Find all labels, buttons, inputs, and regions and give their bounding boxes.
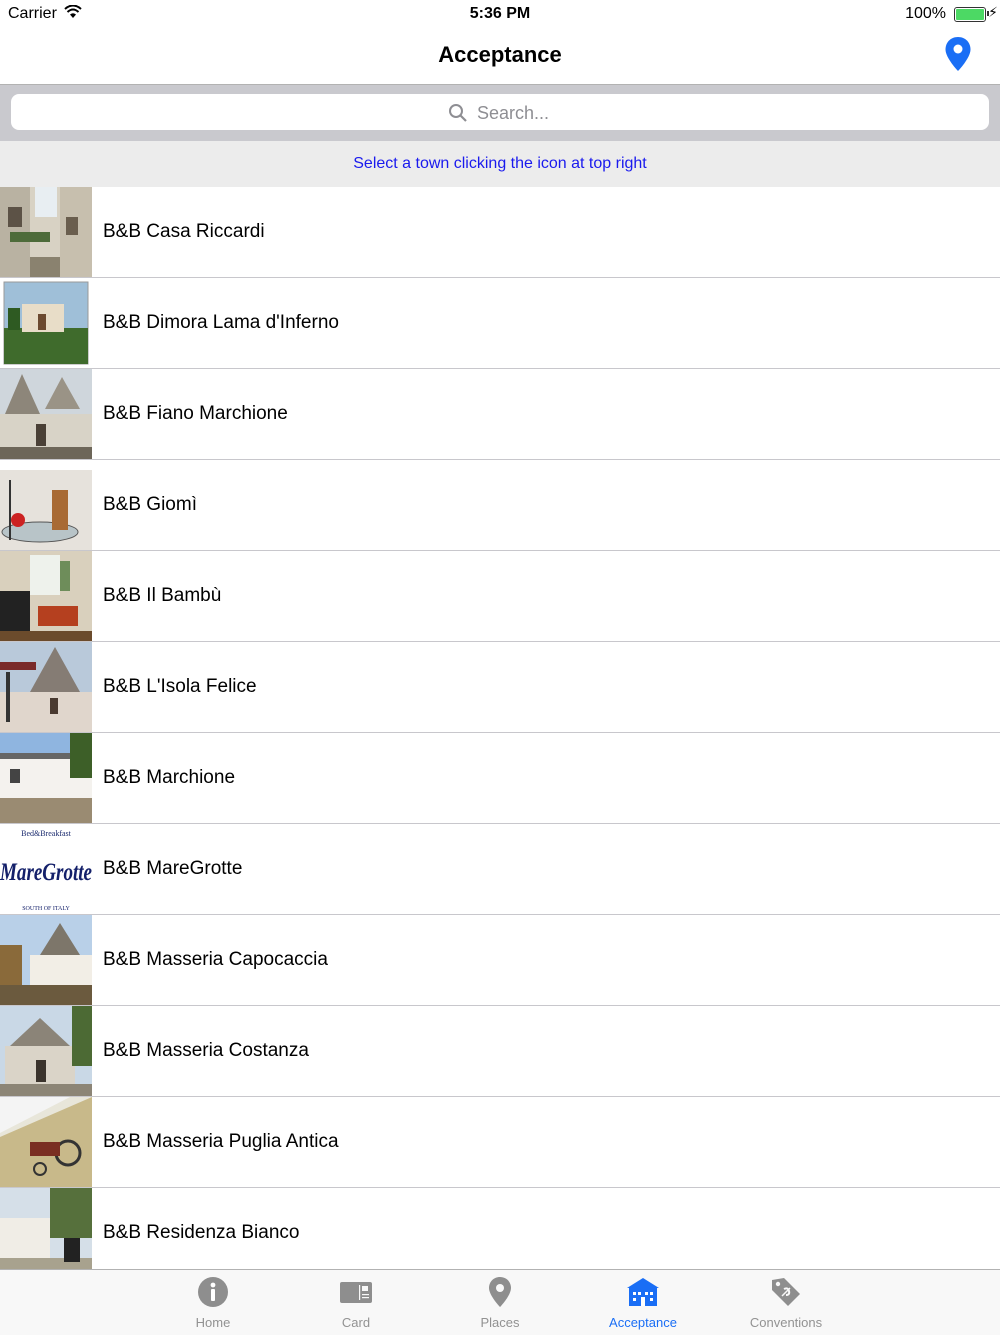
list-item[interactable]: B&B L'Isola Felice <box>0 642 1000 733</box>
map-pin-icon[interactable] <box>944 36 972 72</box>
item-name: B&B Masseria Puglia Antica <box>103 1131 339 1152</box>
living-room-photo-thumbnail <box>0 551 92 641</box>
search-bar <box>0 85 1000 141</box>
tab-places[interactable]: Places <box>440 1270 560 1335</box>
item-name: B&B Giomì <box>103 494 197 515</box>
search-input[interactable] <box>475 98 779 128</box>
item-name: B&B Marchione <box>103 767 236 788</box>
maregrotte-logo-thumbnail: Bed&Breakfast MareGrotte SOUTH OF ITALY <box>0 824 92 914</box>
item-name: B&B MareGrotte <box>103 858 243 879</box>
list-item[interactable]: B&B Giomì <box>0 460 1000 551</box>
house-photo-thumbnail <box>0 733 92 823</box>
tab-acceptance[interactable]: Acceptance <box>583 1270 703 1335</box>
page-title: Acceptance <box>438 42 562 67</box>
list-item[interactable]: B&B Dimora Lama d'Inferno <box>0 278 1000 369</box>
list-item[interactable]: B&B Casa Riccardi <box>0 187 1000 278</box>
info-icon <box>197 1276 229 1308</box>
list-item[interactable]: B&B Residenza Bianco <box>0 1188 1000 1269</box>
interior-photo-thumbnail <box>0 460 92 550</box>
tab-home[interactable]: Home <box>153 1270 273 1335</box>
tab-bar: Home Card Places Acceptance Conventions <box>0 1269 1000 1335</box>
tab-conventions[interactable]: Conventions <box>726 1270 846 1335</box>
list-item[interactable]: B&B Fiano Marchione <box>0 369 1000 460</box>
accommodation-list: B&B Casa Riccardi B&B Dimora Lama d'Infe… <box>0 187 1000 1269</box>
charging-icon: ⚡ <box>988 4 998 20</box>
list-item[interactable]: B&B Masseria Puglia Antica <box>0 1097 1000 1188</box>
alley-photo-thumbnail <box>0 187 92 277</box>
list-item[interactable]: B&B Marchione <box>0 733 1000 824</box>
trulli-garden-photo-thumbnail <box>0 642 92 732</box>
list-item[interactable]: B&B Masseria Costanza <box>0 1006 1000 1097</box>
masseria-photo-thumbnail <box>0 1006 92 1096</box>
item-name: B&B Residenza Bianco <box>103 1222 300 1243</box>
list-item[interactable]: B&B Masseria Capocaccia <box>0 915 1000 1006</box>
list-item[interactable]: Bed&Breakfast MareGrotte SOUTH OF ITALY … <box>0 824 1000 915</box>
garden-photo-thumbnail <box>0 1188 92 1269</box>
building-icon <box>627 1276 659 1308</box>
tag-icon <box>770 1276 802 1308</box>
battery-percentage: 100% <box>905 5 946 22</box>
logo-text-bottom: SOUTH OF ITALY <box>22 906 70 912</box>
list-item[interactable]: B&B Il Bambù <box>0 551 1000 642</box>
search-icon <box>448 103 468 123</box>
tab-label: Conventions <box>749 1315 823 1330</box>
tab-label: Home <box>195 1315 231 1330</box>
card-icon <box>340 1276 372 1308</box>
logo-text-top: Bed&Breakfast <box>21 829 72 838</box>
search-field[interactable] <box>11 94 989 130</box>
clock: 5:36 PM <box>469 5 531 22</box>
logo-text: MareGrotte <box>0 859 92 886</box>
tab-label: Acceptance <box>609 1315 677 1330</box>
villa-photo-thumbnail <box>0 278 92 368</box>
tab-label: Card <box>341 1315 371 1330</box>
item-name: B&B Casa Riccardi <box>103 221 265 242</box>
trulli-photo-thumbnail <box>0 369 92 459</box>
pin-icon <box>484 1276 516 1308</box>
item-name: B&B Dimora Lama d'Inferno <box>103 312 339 333</box>
battery-icon <box>954 7 986 22</box>
status-bar: Carrier 5:36 PM 100% ⚡ <box>0 0 1000 28</box>
cart-photo-thumbnail <box>0 1097 92 1187</box>
navigation-bar: Acceptance <box>0 28 1000 85</box>
item-name: B&B Il Bambù <box>103 585 222 606</box>
tab-label: Places <box>480 1315 520 1330</box>
item-name: B&B Masseria Costanza <box>103 1040 309 1061</box>
trulli-photo-thumbnail <box>0 915 92 1005</box>
tab-card[interactable]: Card <box>296 1270 416 1335</box>
item-name: B&B Fiano Marchione <box>103 403 288 424</box>
item-name: B&B L'Isola Felice <box>103 676 257 697</box>
town-hint: Select a town clicking the icon at top r… <box>0 141 1000 187</box>
item-name: B&B Masseria Capocaccia <box>103 949 328 970</box>
